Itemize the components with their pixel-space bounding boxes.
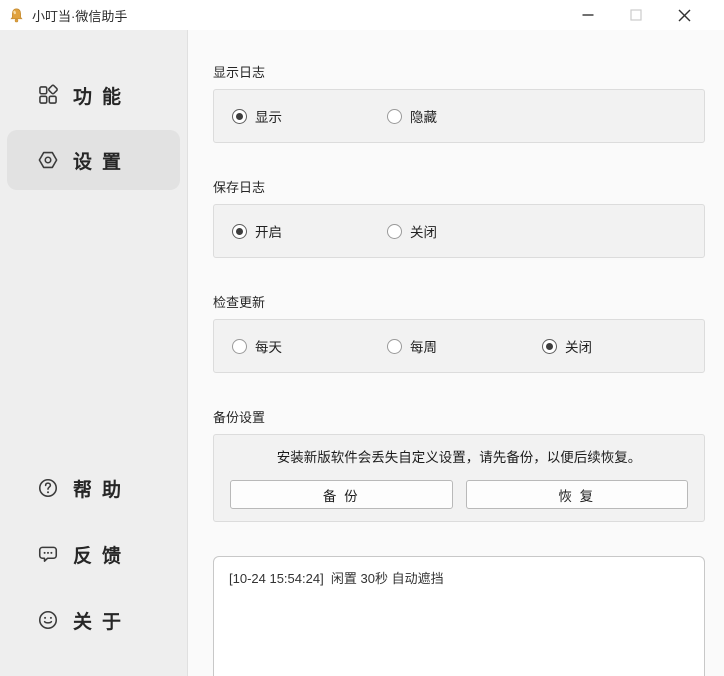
minimize-button[interactable] xyxy=(564,0,612,30)
radio-label: 隐藏 xyxy=(410,106,437,126)
backup-notice-text: 安装新版软件会丢失自定义设置，请先备份，以便后续恢复。 xyxy=(230,449,688,467)
section-title: 检查更新 xyxy=(213,292,705,311)
restore-button[interactable]: 恢 复 xyxy=(466,480,689,509)
radio-icon xyxy=(232,339,247,354)
radio-group: 开启 关闭 xyxy=(213,204,705,258)
maximize-icon xyxy=(630,9,642,21)
backup-button[interactable]: 备 份 xyxy=(230,480,453,509)
sidebar-top-group: 功能 设置 xyxy=(0,65,187,190)
sidebar-item-help[interactable]: 帮助 xyxy=(7,458,180,518)
sidebar-item-about[interactable]: 关于 xyxy=(7,590,180,650)
sidebar-item-features[interactable]: 功能 xyxy=(7,65,180,125)
radio-icon xyxy=(387,109,402,124)
radio-option-off[interactable]: 关闭 xyxy=(387,221,542,241)
radio-option-hide[interactable]: 隐藏 xyxy=(387,106,542,126)
radio-icon xyxy=(387,224,402,239)
radio-icon xyxy=(542,339,557,354)
log-output-area[interactable]: [10-24 15:54:24] 闲置 30秒 自动遮挡 xyxy=(213,556,705,676)
settings-panel: 显示日志 显示 隐藏 保存日志 xyxy=(188,30,724,676)
window-controls xyxy=(564,0,708,30)
grid-icon xyxy=(37,84,59,106)
radio-label: 开启 xyxy=(255,221,282,241)
radio-label: 每天 xyxy=(255,336,282,356)
question-circle-icon xyxy=(37,477,59,499)
backup-group: 安装新版软件会丢失自定义设置，请先备份，以便后续恢复。 备 份 恢 复 xyxy=(213,434,705,522)
sidebar: 功能 设置 帮助 xyxy=(0,30,188,676)
close-button[interactable] xyxy=(660,0,708,30)
smiley-icon xyxy=(37,609,59,631)
titlebar: 小叮当·微信助手 xyxy=(0,0,724,30)
sidebar-item-feedback[interactable]: 反馈 xyxy=(7,524,180,584)
radio-icon xyxy=(232,224,247,239)
radio-option-daily[interactable]: 每天 xyxy=(232,336,387,356)
bell-app-icon xyxy=(8,7,25,24)
section-check-update: 检查更新 每天 每周 关闭 xyxy=(213,292,705,373)
radio-label: 关闭 xyxy=(565,336,592,356)
radio-label: 关闭 xyxy=(410,221,437,241)
sidebar-item-label: 反馈 xyxy=(73,541,131,568)
close-icon xyxy=(678,9,691,22)
maximize-button[interactable] xyxy=(612,0,660,30)
sidebar-item-label: 帮助 xyxy=(73,475,131,502)
chat-bubble-icon xyxy=(37,543,59,565)
radio-option-show[interactable]: 显示 xyxy=(232,106,387,126)
sidebar-item-label: 关于 xyxy=(73,607,131,634)
radio-group: 每天 每周 关闭 xyxy=(213,319,705,373)
radio-option-off[interactable]: 关闭 xyxy=(542,336,697,356)
section-title: 备份设置 xyxy=(213,407,705,426)
sidebar-item-settings[interactable]: 设置 xyxy=(7,130,180,190)
minimize-icon xyxy=(582,9,594,21)
log-entry: [10-24 15:54:24] 闲置 30秒 自动遮挡 xyxy=(229,570,689,588)
radio-icon xyxy=(387,339,402,354)
radio-option-weekly[interactable]: 每周 xyxy=(387,336,542,356)
section-save-log: 保存日志 开启 关闭 xyxy=(213,177,705,258)
section-title: 保存日志 xyxy=(213,177,705,196)
section-display-log: 显示日志 显示 隐藏 xyxy=(213,62,705,143)
radio-option-on[interactable]: 开启 xyxy=(232,221,387,241)
sidebar-bottom-group: 帮助 反馈 xyxy=(0,458,187,650)
section-backup: 备份设置 安装新版软件会丢失自定义设置，请先备份，以便后续恢复。 备 份 恢 复 xyxy=(213,407,705,522)
section-title: 显示日志 xyxy=(213,62,705,81)
sidebar-item-label: 功能 xyxy=(73,82,131,109)
radio-label: 每周 xyxy=(410,336,437,356)
backup-buttons-row: 备 份 恢 复 xyxy=(230,480,688,509)
gear-hexagon-icon xyxy=(37,149,59,171)
app-window: 小叮当·微信助手 xyxy=(0,0,724,676)
window-title: 小叮当·微信助手 xyxy=(32,6,564,25)
sidebar-item-label: 设置 xyxy=(73,147,131,174)
radio-label: 显示 xyxy=(255,106,282,126)
radio-icon xyxy=(232,109,247,124)
radio-group: 显示 隐藏 xyxy=(213,89,705,143)
